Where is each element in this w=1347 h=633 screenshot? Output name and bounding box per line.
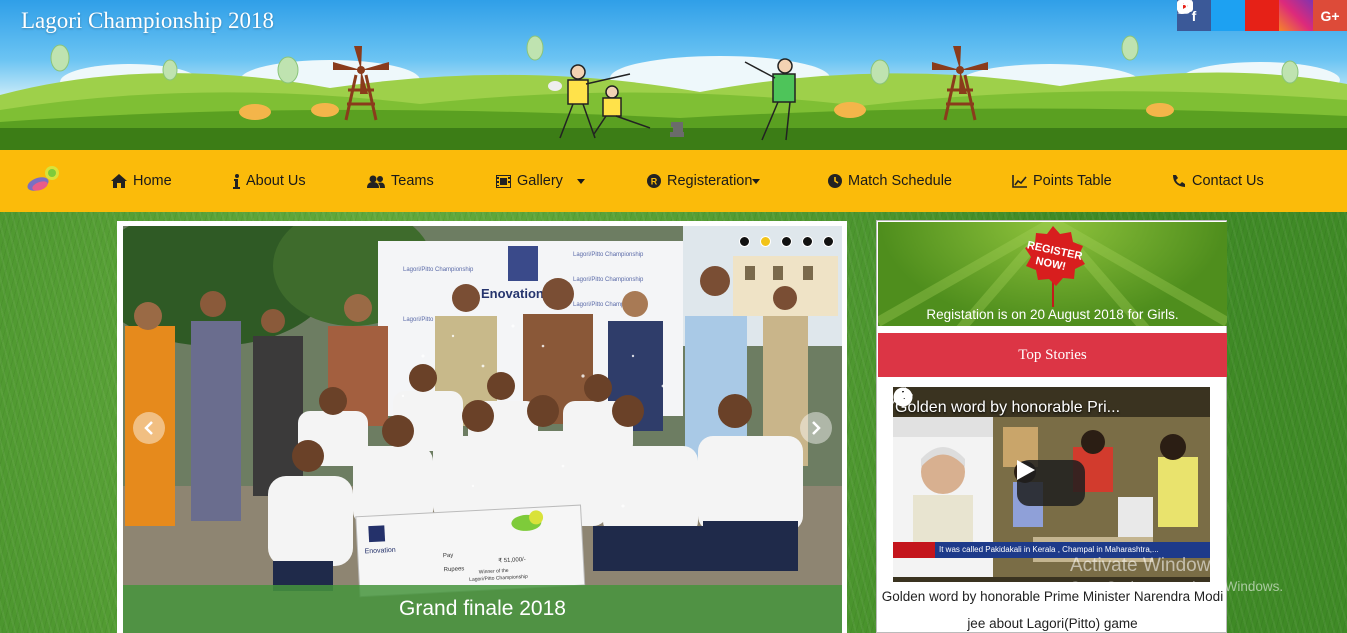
video-play-button[interactable] bbox=[1017, 460, 1085, 506]
youtube-video-embed[interactable]: Golden word by honorable Pri... It was c… bbox=[893, 387, 1210, 582]
banner-text: Lagori/Pitto Championship bbox=[403, 267, 474, 273]
clock-icon bbox=[828, 174, 842, 188]
nav-about-us[interactable]: About Us bbox=[233, 150, 306, 212]
nav-match-schedule[interactable]: Match Schedule bbox=[828, 150, 952, 212]
carousel-indicator-4[interactable] bbox=[802, 236, 813, 247]
nav-contact-us-label: Contact Us bbox=[1192, 173, 1264, 189]
carousel-indicator-5[interactable] bbox=[823, 236, 834, 247]
youtube-icon[interactable] bbox=[1177, 0, 1279, 31]
image-carousel: Lagori/Pitto Championship Lagori/Pitto C… bbox=[117, 221, 847, 633]
nav-teams-label: Teams bbox=[391, 173, 434, 189]
svg-text:R: R bbox=[651, 177, 658, 187]
registered-icon: R bbox=[647, 174, 661, 188]
play-icon bbox=[1017, 460, 1035, 480]
banner-text: Lagori/Pitto Championship bbox=[573, 277, 644, 283]
ticker-tag bbox=[893, 542, 935, 558]
main-navbar: Home About Us Teams Gallery R Registerat… bbox=[0, 150, 1347, 212]
nav-home[interactable]: Home bbox=[111, 150, 172, 212]
registration-banner[interactable]: REGISTER NOW! Registation is on 20 Augus… bbox=[878, 222, 1227, 326]
site-title[interactable]: Lagori Championship 2018 bbox=[21, 8, 274, 34]
watermark-title: Activate Windows bbox=[1070, 555, 1220, 576]
social-links: f G+ bbox=[1177, 0, 1347, 31]
nav-gallery[interactable]: Gallery bbox=[496, 150, 585, 212]
film-icon bbox=[496, 174, 511, 188]
twitter-icon[interactable] bbox=[1177, 0, 1245, 31]
info-icon bbox=[233, 173, 240, 189]
carousel-next-button[interactable] bbox=[800, 412, 832, 444]
nav-registeration-label: Registeration bbox=[667, 173, 753, 189]
nav-match-schedule-label: Match Schedule bbox=[848, 173, 952, 189]
os-activation-watermark: Activate Windows Go to Settings to activ… bbox=[1070, 555, 1283, 594]
watermark-subtitle: Go to Settings to activate Windows. bbox=[1070, 579, 1284, 594]
header-banner: Lagori Championship 2018 f G+ bbox=[0, 0, 1347, 150]
brand-logo[interactable] bbox=[25, 164, 61, 198]
sponsor-logo-text: Enovation bbox=[481, 286, 544, 301]
instagram-icon[interactable] bbox=[1177, 0, 1313, 31]
share-icon[interactable] bbox=[893, 387, 913, 405]
carousel-prev-button[interactable] bbox=[133, 412, 165, 444]
carousel-indicators bbox=[739, 236, 834, 247]
nav-home-label: Home bbox=[133, 173, 172, 189]
carousel-indicator-1[interactable] bbox=[739, 236, 750, 247]
chart-icon bbox=[1012, 174, 1027, 188]
carousel-indicator-3[interactable] bbox=[781, 236, 792, 247]
nav-about-us-label: About Us bbox=[246, 173, 306, 189]
chevron-down-icon bbox=[752, 178, 761, 184]
nav-teams[interactable]: Teams bbox=[367, 150, 434, 212]
nav-contact-us[interactable]: Contact Us bbox=[1172, 150, 1264, 212]
home-icon bbox=[111, 174, 127, 188]
carousel-slide[interactable]: Lagori/Pitto Championship Lagori/Pitto C… bbox=[123, 226, 842, 633]
banner-text: Lagori/Pitto Championship bbox=[573, 252, 644, 258]
registration-notice: Registation is on 20 August 2018 for Gir… bbox=[926, 307, 1179, 322]
carousel-caption: Grand finale 2018 bbox=[123, 585, 842, 633]
video-title[interactable]: Golden word by honorable Pri... bbox=[895, 399, 1145, 417]
cheque-amount: ₹ 51,000/- bbox=[498, 556, 526, 564]
nav-points-table[interactable]: Points Table bbox=[1012, 150, 1112, 212]
users-icon bbox=[367, 175, 385, 188]
phone-icon bbox=[1173, 175, 1185, 187]
nav-points-table-label: Points Table bbox=[1033, 173, 1112, 189]
chevron-right-icon bbox=[812, 421, 821, 435]
top-stories-heading: Top Stories bbox=[878, 333, 1227, 377]
winners-photo: Lagori/Pitto Championship Lagori/Pitto C… bbox=[123, 226, 842, 633]
nav-registeration[interactable]: R Registeration bbox=[647, 150, 761, 212]
carousel-indicator-2[interactable] bbox=[760, 236, 771, 247]
cheque-pay: Pay bbox=[443, 553, 454, 560]
chevron-left-icon bbox=[144, 421, 153, 435]
ticker-text: It was called Pakidakali in Kerala , Cha… bbox=[939, 545, 1159, 554]
cheque-rupees: Rupees bbox=[444, 566, 465, 573]
google-plus-icon[interactable]: G+ bbox=[1313, 0, 1347, 31]
nav-gallery-label: Gallery bbox=[517, 173, 563, 189]
chevron-down-icon bbox=[576, 178, 585, 184]
